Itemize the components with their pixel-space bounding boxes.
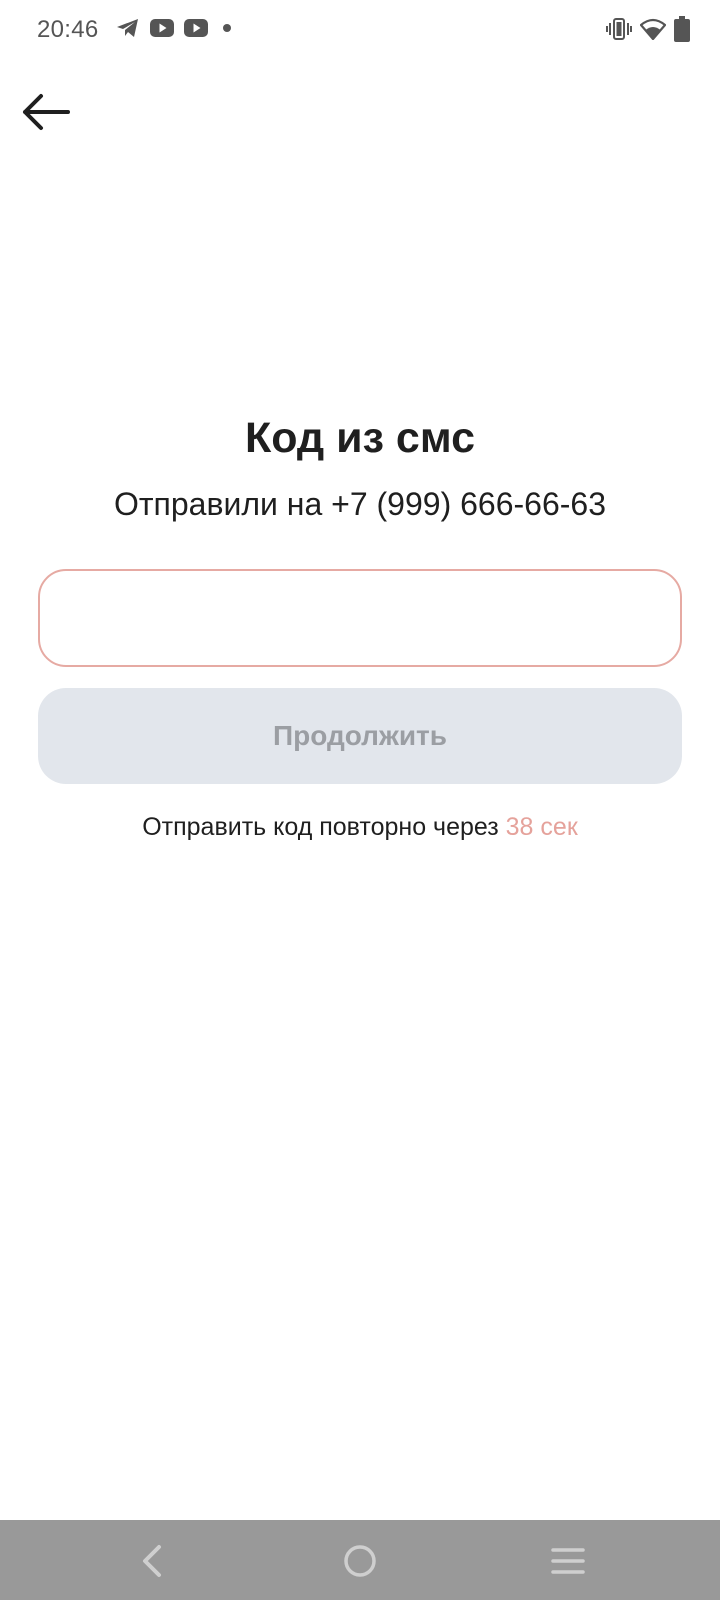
sms-code-screen: 20:46 Код из смс Отправили на +7 (999) 6… [0, 0, 720, 1600]
continue-button-label: Продолжить [273, 720, 447, 751]
resend-label: Отправить код повторно через [142, 813, 499, 841]
youtube-icon [184, 19, 208, 37]
page-title: Код из смс [244, 414, 475, 462]
status-time: 20:46 [37, 16, 99, 43]
sms-code-input[interactable] [38, 569, 682, 667]
notification-dot-icon [223, 24, 231, 32]
nav-menu-icon [551, 1548, 585, 1574]
nav-back-icon [143, 1545, 161, 1577]
status-bar: 20:46 [0, 0, 720, 60]
vibrate-icon [606, 18, 632, 40]
youtube-icon [150, 19, 174, 37]
resend-timer: 38 сек [505, 813, 578, 841]
continue-button[interactable]: Продолжить [38, 688, 682, 784]
nav-back-button[interactable] [128, 1536, 178, 1586]
resend-code-text: Отправить код повторно через 38 сек [0, 813, 720, 842]
phone-subtitle: Отправили на +7 (999) 666-66-63 [114, 486, 606, 522]
status-right-icons [598, 16, 690, 42]
back-button[interactable] [14, 84, 78, 140]
telegram-icon [117, 19, 138, 37]
status-left-icons [116, 17, 246, 39]
navigation-bar [0, 1520, 720, 1600]
wifi-icon [640, 18, 666, 40]
nav-menu-button[interactable] [543, 1536, 593, 1586]
nav-home-button[interactable] [335, 1536, 385, 1586]
battery-icon [674, 16, 690, 42]
nav-home-icon [344, 1545, 376, 1577]
arrow-left-icon [23, 94, 70, 130]
